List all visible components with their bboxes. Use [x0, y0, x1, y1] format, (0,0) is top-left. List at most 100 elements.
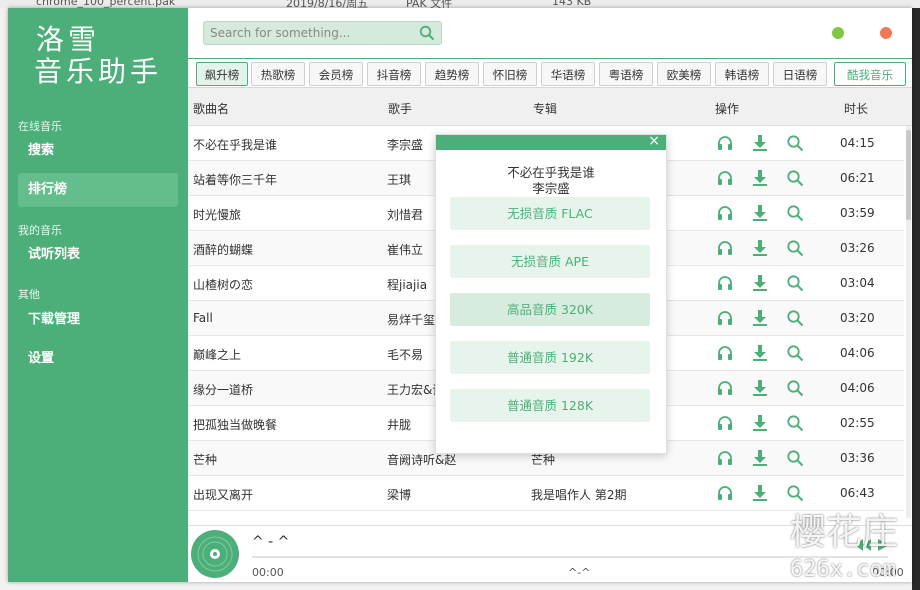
song-name: 不必在乎我是谁 — [193, 138, 278, 152]
song-duration: 04:06 — [840, 381, 875, 395]
song-name: Fall — [193, 311, 213, 325]
listen-icon[interactable] — [716, 484, 736, 504]
search-song-icon[interactable] — [786, 309, 806, 329]
search-song-icon[interactable] — [786, 204, 806, 224]
search-song-icon[interactable] — [786, 484, 806, 504]
search-song-icon[interactable] — [786, 134, 806, 154]
listen-icon[interactable] — [716, 239, 736, 259]
song-duration: 06:21 — [840, 171, 875, 185]
tab-hot[interactable]: 热歌榜 — [251, 62, 305, 86]
tab-western[interactable]: 欧美榜 — [657, 62, 711, 86]
search-song-icon[interactable] — [786, 239, 806, 259]
desktop-file-size: 143 KB — [552, 0, 592, 8]
tab-source-kuwo[interactable]: 酷我音乐 — [834, 62, 906, 86]
listen-icon[interactable] — [716, 204, 736, 224]
app-logo: 洛雪 音乐助手 — [34, 24, 162, 88]
quality-192k-button[interactable]: 普通音质 192K — [450, 341, 650, 374]
song-name: 芒种 — [193, 453, 218, 467]
tab-trend[interactable]: 趋势榜 — [425, 62, 479, 86]
listen-icon[interactable] — [716, 449, 736, 469]
watermark-logo: 樱花庄 — [790, 512, 899, 553]
listen-icon[interactable] — [716, 274, 736, 294]
download-icon[interactable] — [751, 484, 771, 504]
quality-128k-button[interactable]: 普通音质 128K — [450, 389, 650, 422]
search-song-icon[interactable] — [786, 379, 806, 399]
logo-line-1: 洛雪 — [36, 23, 101, 56]
close-icon[interactable]: × — [648, 133, 660, 149]
player-lyric: ^-^ — [568, 566, 591, 579]
download-icon[interactable] — [751, 449, 771, 469]
desktop-file-date: 2019/8/16/周五 — [286, 0, 369, 8]
listen-icon[interactable] — [716, 379, 736, 399]
song-duration: 04:15 — [840, 136, 875, 150]
search-input[interactable] — [204, 22, 421, 44]
song-name: 时光慢旅 — [193, 208, 242, 222]
tab-korean[interactable]: 韩语榜 — [715, 62, 769, 86]
download-icon[interactable] — [751, 379, 771, 399]
header-album: 专辑 — [533, 102, 558, 116]
header-song-name: 歌曲名 — [193, 102, 230, 116]
table-row[interactable]: 出现又离开 梁博 我是唱作人 第2期 06:43 — [188, 476, 904, 511]
listen-icon[interactable] — [716, 414, 736, 434]
song-duration: 03:26 — [840, 241, 875, 255]
player-title: ^ - ^ — [252, 534, 290, 550]
download-icon[interactable] — [751, 344, 771, 364]
chart-tabs: 飙升榜 热歌榜 会员榜 抖音榜 趋势榜 怀旧榜 华语榜 粤语榜 欧美榜 韩语榜 … — [188, 58, 912, 88]
tab-cantonese[interactable]: 粤语榜 — [599, 62, 653, 86]
sidebar-item-playlist[interactable]: 试听列表 — [18, 238, 178, 272]
song-name: 把孤独当做晚餐 — [193, 418, 278, 432]
quality-flac-button[interactable]: 无损音质 FLAC — [450, 197, 650, 230]
song-duration: 03:59 — [840, 206, 875, 220]
tab-soaring[interactable]: 飙升榜 — [196, 62, 248, 86]
download-icon[interactable] — [751, 204, 771, 224]
dialog-header: × — [436, 133, 666, 150]
desktop-file-name: chrome_100_percent.pak — [36, 0, 176, 8]
quality-dialog: × 不必在乎我是谁 李宗盛 无损音质 FLAC 无损音质 APE 高品音质 32… — [435, 133, 667, 454]
search-icon[interactable] — [419, 25, 435, 44]
scrollbar[interactable] — [906, 126, 911, 518]
minimize-button[interactable] — [832, 27, 844, 39]
song-name: 巅峰之上 — [193, 348, 242, 362]
group-label-online: 在线音乐 — [18, 120, 62, 133]
listen-icon[interactable] — [716, 169, 736, 189]
tab-nostalgia[interactable]: 怀旧榜 — [483, 62, 537, 86]
table-header: 歌曲名 歌手 专辑 操作 时长 — [188, 88, 912, 126]
song-duration: 03:20 — [840, 311, 875, 325]
search-song-icon[interactable] — [786, 449, 806, 469]
tab-douyin[interactable]: 抖音榜 — [367, 62, 421, 86]
listen-icon[interactable] — [716, 134, 736, 154]
sidebar-item-downloads[interactable]: 下载管理 — [18, 303, 178, 337]
desktop-edge — [912, 8, 920, 590]
sidebar-item-search[interactable]: 搜索 — [18, 134, 178, 168]
sidebar: 洛雪 音乐助手 在线音乐 搜索 排行榜 我的音乐 试听列表 其他 下载管理 设置 — [8, 8, 188, 582]
quality-ape-button[interactable]: 无损音质 APE — [450, 245, 650, 278]
tab-chinese[interactable]: 华语榜 — [541, 62, 595, 86]
sidebar-item-settings[interactable]: 设置 — [18, 342, 178, 376]
dialog-artist: 李宗盛 — [532, 181, 570, 196]
search-box — [203, 21, 442, 45]
dialog-song-info: 不必在乎我是谁 李宗盛 — [436, 165, 666, 197]
download-icon[interactable] — [751, 414, 771, 434]
listen-icon[interactable] — [716, 344, 736, 364]
quality-320k-button[interactable]: 高品音质 320K — [450, 293, 650, 326]
scrollbar-thumb[interactable] — [906, 130, 911, 220]
search-song-icon[interactable] — [786, 274, 806, 294]
current-time: 00:00 — [252, 566, 284, 579]
download-icon[interactable] — [751, 169, 771, 189]
search-song-icon[interactable] — [786, 414, 806, 434]
tab-vip[interactable]: 会员榜 — [309, 62, 363, 86]
listen-icon[interactable] — [716, 309, 736, 329]
logo-line-2: 音乐助手 — [34, 55, 163, 88]
sidebar-item-charts[interactable]: 排行榜 — [18, 173, 178, 207]
download-icon[interactable] — [751, 309, 771, 329]
top-bar — [188, 8, 912, 58]
tab-japanese[interactable]: 日语榜 — [773, 62, 827, 86]
download-icon[interactable] — [751, 239, 771, 259]
search-song-icon[interactable] — [786, 344, 806, 364]
search-song-icon[interactable] — [786, 169, 806, 189]
download-icon[interactable] — [751, 134, 771, 154]
desktop-file-type: PAK 文件 — [406, 0, 453, 8]
song-duration: 04:06 — [840, 346, 875, 360]
download-icon[interactable] — [751, 274, 771, 294]
close-button[interactable] — [880, 27, 892, 39]
